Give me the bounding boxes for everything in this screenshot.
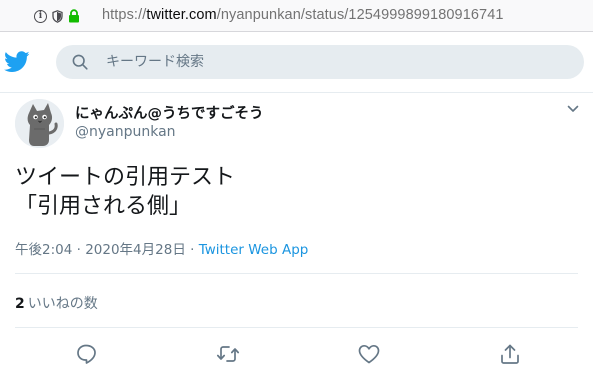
tweet-metadata: 午後2:04 · 2020年4月28日 · Twitter Web App	[15, 238, 308, 258]
username-handle[interactable]: @nyanpunkan	[75, 124, 176, 140]
search-input[interactable]	[106, 45, 566, 79]
retweet-icon	[216, 346, 240, 362]
reply-icon	[77, 344, 96, 364]
share-button[interactable]	[498, 342, 522, 366]
likes-label: いいねの数	[27, 296, 98, 312]
tweet-time[interactable]: 午後2:04	[15, 242, 72, 258]
tweet-source-link[interactable]: Twitter Web App	[199, 242, 309, 258]
info-icon[interactable]: i	[34, 9, 47, 23]
likes-count: 2	[15, 296, 25, 312]
shield-icon[interactable]	[52, 9, 63, 23]
likes-stat[interactable]: 2 いいねの数	[15, 293, 98, 313]
caret-down-icon[interactable]	[566, 101, 580, 120]
url-host: twitter.com	[146, 7, 217, 23]
share-icon	[501, 344, 519, 364]
tweet-date[interactable]: 2020年4月28日	[85, 242, 186, 258]
divider	[15, 273, 578, 274]
url-prefix: https://	[102, 7, 147, 23]
site-identity[interactable]: i	[34, 9, 80, 23]
tweet-text: ツイートの引用テスト 「引用される側」	[15, 165, 236, 219]
avatar[interactable]	[15, 99, 64, 148]
divider	[15, 327, 578, 328]
retweet-button[interactable]	[216, 342, 240, 366]
url-field[interactable]: https://twitter.com/nyanpunkan/status/12…	[102, 7, 504, 23]
display-name[interactable]: にゃんぷん@うちですごそう	[75, 102, 264, 123]
meta-separator: ·	[72, 242, 86, 258]
like-button[interactable]	[357, 342, 381, 366]
like-icon	[358, 344, 380, 364]
lock-icon[interactable]	[68, 9, 80, 23]
url-path: /nyanpunkan/status/1254999899180916741	[216, 7, 504, 23]
twitter-header	[0, 33, 593, 93]
reply-button[interactable]	[75, 342, 99, 366]
search-icon	[72, 54, 88, 74]
twitter-bird-icon[interactable]	[3, 51, 30, 77]
search-bar[interactable]	[56, 45, 584, 79]
browser-address-bar: i https://twitter.com/nyanpunkan/status/…	[0, 0, 593, 32]
meta-separator: ·	[185, 242, 199, 258]
